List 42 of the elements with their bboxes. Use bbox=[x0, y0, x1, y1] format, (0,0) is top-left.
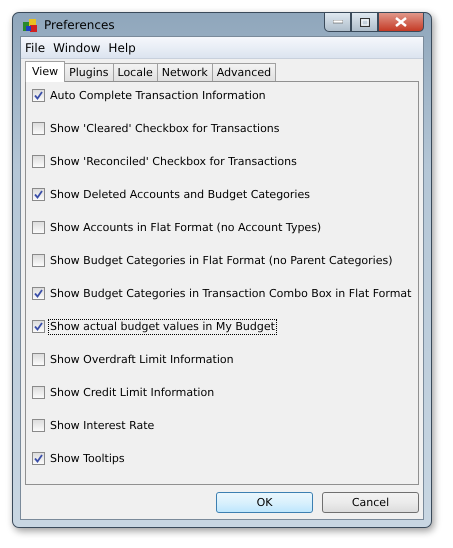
menu-item[interactable]: Window bbox=[53, 40, 100, 54]
cancel-button[interactable]: Cancel bbox=[322, 492, 419, 513]
checkbox[interactable] bbox=[32, 287, 45, 300]
checkbox[interactable] bbox=[32, 155, 45, 168]
tab[interactable]: Network bbox=[156, 63, 213, 81]
checkbox-label[interactable]: Show 'Cleared' Checkbox for Transactions bbox=[48, 121, 282, 137]
close-icon bbox=[395, 17, 407, 27]
close-button[interactable] bbox=[378, 13, 424, 32]
checkbox-label[interactable]: Show Deleted Accounts and Budget Categories bbox=[48, 187, 312, 203]
checkbox-label[interactable]: Show 'Reconciled' Checkbox for Transactions bbox=[48, 154, 299, 170]
menu-item[interactable]: File bbox=[25, 40, 46, 54]
checkbox[interactable] bbox=[32, 254, 45, 267]
checkbox-label[interactable]: Show actual budget values in My Budget bbox=[48, 319, 277, 335]
checkbox-label[interactable]: Show Budget Categories in Flat Format (no Parent Categories) bbox=[48, 253, 395, 269]
maximize-icon bbox=[360, 18, 370, 26]
tab[interactable]: Locale bbox=[112, 63, 158, 81]
menu-item[interactable]: Help bbox=[108, 40, 136, 54]
checkbox[interactable] bbox=[32, 320, 45, 333]
checkbox[interactable] bbox=[32, 386, 45, 399]
maximize-button[interactable] bbox=[351, 13, 378, 32]
checkbox[interactable] bbox=[32, 353, 45, 366]
checkbox[interactable] bbox=[32, 419, 45, 432]
checkbox[interactable] bbox=[32, 221, 45, 234]
minimize-button[interactable] bbox=[324, 13, 351, 32]
checkbox-label[interactable]: Show Interest Rate bbox=[48, 418, 156, 434]
app-icon bbox=[22, 16, 38, 32]
tab[interactable]: View bbox=[25, 61, 66, 82]
tab[interactable]: Advanced bbox=[212, 63, 276, 81]
window-title: Preferences bbox=[44, 18, 115, 32]
checkbox-label[interactable]: Show Credit Limit Information bbox=[48, 385, 216, 401]
checkbox-label[interactable]: Auto Complete Transaction Information bbox=[48, 88, 268, 104]
checkbox[interactable] bbox=[32, 89, 45, 102]
checkbox-label[interactable]: Show Tooltips bbox=[48, 451, 127, 467]
checkbox[interactable] bbox=[32, 122, 45, 135]
checkbox-label[interactable]: Show Accounts in Flat Format (no Account Types) bbox=[48, 220, 324, 236]
tab[interactable]: Plugins bbox=[64, 63, 114, 81]
checkbox[interactable] bbox=[32, 452, 45, 465]
checkbox-label[interactable]: Show Overdraft Limit Information bbox=[48, 352, 236, 368]
ok-button[interactable]: OK bbox=[216, 492, 313, 513]
checkbox[interactable] bbox=[32, 188, 45, 201]
minimize-icon bbox=[332, 20, 342, 24]
checkbox-label[interactable]: Show Budget Categories in Transaction Combo Box in Flat Format bbox=[48, 286, 414, 302]
